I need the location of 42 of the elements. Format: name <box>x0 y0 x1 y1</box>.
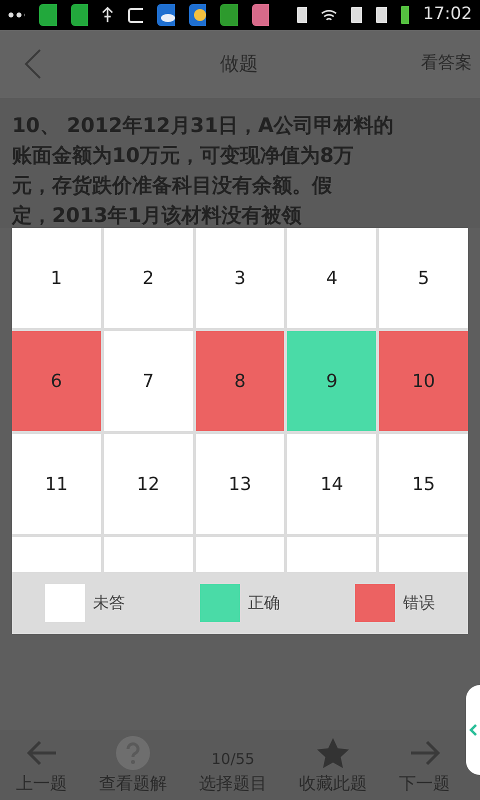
question-number-cell[interactable]: 5 <box>379 228 468 328</box>
legend-label: 错误 <box>403 592 435 614</box>
message-app-icon <box>70 4 88 26</box>
legend-label: 正确 <box>248 592 280 614</box>
page-title: 做题 <box>220 52 258 77</box>
side-pull-tab[interactable] <box>466 685 480 775</box>
question-number-cell[interactable]: 10 <box>379 331 468 431</box>
question-number-cell[interactable]: 6 <box>12 331 101 431</box>
question-number-cell[interactable]: 9 <box>287 331 376 431</box>
sim-card-icon <box>376 7 388 23</box>
question-number-cell[interactable]: 1 <box>12 228 101 328</box>
legend-swatch <box>200 584 240 622</box>
question-number-cell[interactable]: 11 <box>12 434 101 534</box>
clock: 17:02 <box>423 3 472 26</box>
legend-swatch <box>355 584 395 622</box>
question-number-cell[interactable]: 12 <box>104 434 193 534</box>
app-icon <box>252 4 270 26</box>
question-text: 10、 2012年12月31日，A公司甲材料的 账面金额为10万元，可变现净值为8万 元，存货跌价准备科目没有余额。假 定，2013年1月该材料没有被领 <box>12 112 395 229</box>
question-number-cell[interactable]: 4 <box>287 228 376 328</box>
legend-swatch <box>45 584 85 622</box>
weather-app-icon <box>188 4 206 26</box>
back-icon <box>24 49 42 79</box>
star-icon <box>316 737 350 769</box>
weather-app-icon <box>157 4 175 26</box>
app-icon <box>220 4 238 26</box>
message-app-icon <box>39 4 57 26</box>
legend-label: 未答 <box>93 592 125 614</box>
battery-icon <box>401 6 410 24</box>
usb-icon <box>102 5 114 25</box>
question-number-cell[interactable]: 14 <box>287 434 376 534</box>
question-number-cell[interactable]: 3 <box>196 228 284 328</box>
right-arrow-icon <box>408 739 440 767</box>
wifi-icon <box>320 8 337 22</box>
left-arrow-icon <box>26 739 58 767</box>
sim-card-icon <box>350 7 362 23</box>
phone-icon <box>297 7 307 23</box>
question-number-cell[interactable]: 2 <box>104 228 193 328</box>
question-number-cell[interactable]: 7 <box>104 331 193 431</box>
chevron-icon <box>469 724 477 736</box>
question-number-cell[interactable]: 15 <box>379 434 468 534</box>
question-number-cell[interactable]: 8 <box>196 331 284 431</box>
question-number-cell[interactable]: 13 <box>196 434 284 534</box>
